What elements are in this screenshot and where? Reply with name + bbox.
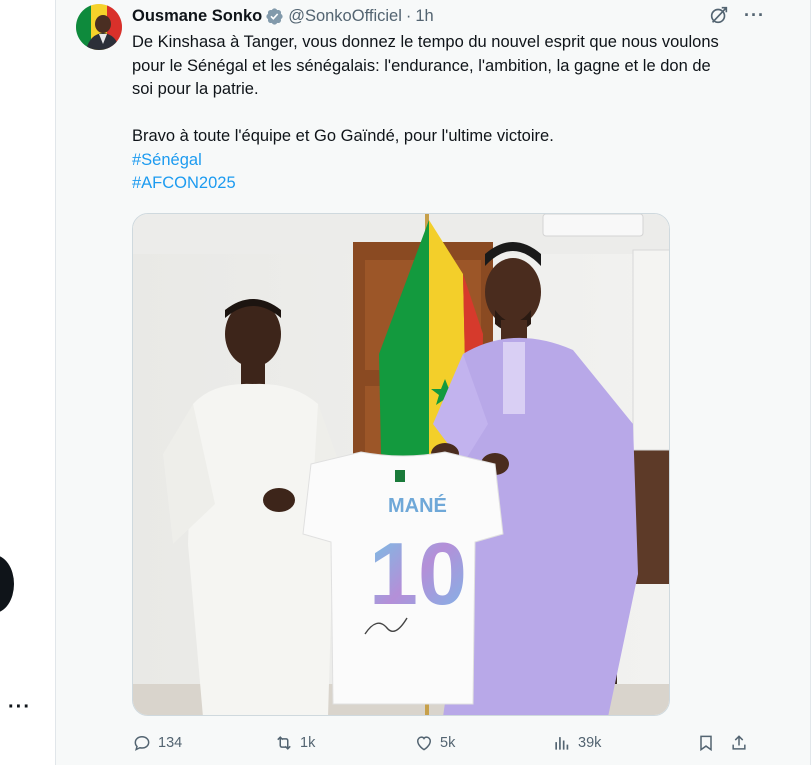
tweet-text: De Kinshasa à Tanger, vous donnez le tem… bbox=[132, 31, 732, 196]
author-name[interactable]: Ousmane Sonko bbox=[132, 7, 262, 26]
header-actions: ··· bbox=[708, 4, 765, 26]
bookmark-icon bbox=[700, 735, 712, 752]
heart-icon bbox=[416, 736, 432, 751]
header-separator: · bbox=[405, 6, 412, 25]
like-button[interactable]: 5k bbox=[414, 733, 455, 753]
reply-icon bbox=[134, 735, 150, 751]
hashtag-link[interactable]: #Sénégal bbox=[132, 149, 732, 173]
avatar[interactable] bbox=[76, 4, 122, 50]
views-button[interactable]: 39k bbox=[552, 733, 601, 753]
bookmark-button[interactable] bbox=[696, 733, 716, 753]
left-rail: ··· bbox=[0, 0, 55, 765]
rail-more-icon[interactable]: ··· bbox=[8, 697, 31, 717]
repost-count: 1k bbox=[300, 735, 316, 751]
more-icon[interactable]: ··· bbox=[744, 5, 765, 25]
tweet-time[interactable]: 1h bbox=[415, 7, 433, 26]
share-icon bbox=[732, 735, 746, 750]
reply-button[interactable]: 134 bbox=[132, 733, 182, 753]
reply-count: 134 bbox=[158, 735, 183, 751]
account-switcher-button[interactable] bbox=[0, 555, 14, 613]
grok-icon[interactable] bbox=[708, 4, 730, 26]
like-count: 5k bbox=[440, 735, 456, 751]
tweet[interactable]: Ousmane Sonko @SonkoOfficiel · 1h ··· De… bbox=[56, 0, 811, 765]
repost-icon bbox=[277, 736, 291, 750]
tweet-actions: 134 1k 5k 39k bbox=[132, 733, 752, 755]
verified-badge-icon bbox=[266, 7, 283, 25]
hashtag-link[interactable]: #AFCON2025 bbox=[132, 172, 732, 196]
tweet-header: Ousmane Sonko @SonkoOfficiel · 1h bbox=[132, 4, 434, 28]
jersey-name: MANÉ bbox=[388, 494, 447, 517]
share-button[interactable] bbox=[729, 733, 749, 753]
jersey-number: 10 bbox=[369, 524, 467, 623]
author-handle[interactable]: @SonkoOfficiel bbox=[288, 7, 402, 26]
avatar-image bbox=[76, 4, 122, 50]
tweet-paragraph-2: Bravo à toute l'équipe et Go Gaïndé, pou… bbox=[132, 127, 554, 145]
tweet-paragraph-1: De Kinshasa à Tanger, vous donnez le tem… bbox=[132, 33, 719, 98]
analytics-icon bbox=[555, 737, 569, 750]
view-count: 39k bbox=[578, 735, 602, 751]
tweet-photo[interactable]: MANÉ 10 bbox=[132, 213, 670, 716]
photo-scene: MANÉ 10 bbox=[133, 214, 669, 715]
repost-button[interactable]: 1k bbox=[274, 733, 315, 753]
